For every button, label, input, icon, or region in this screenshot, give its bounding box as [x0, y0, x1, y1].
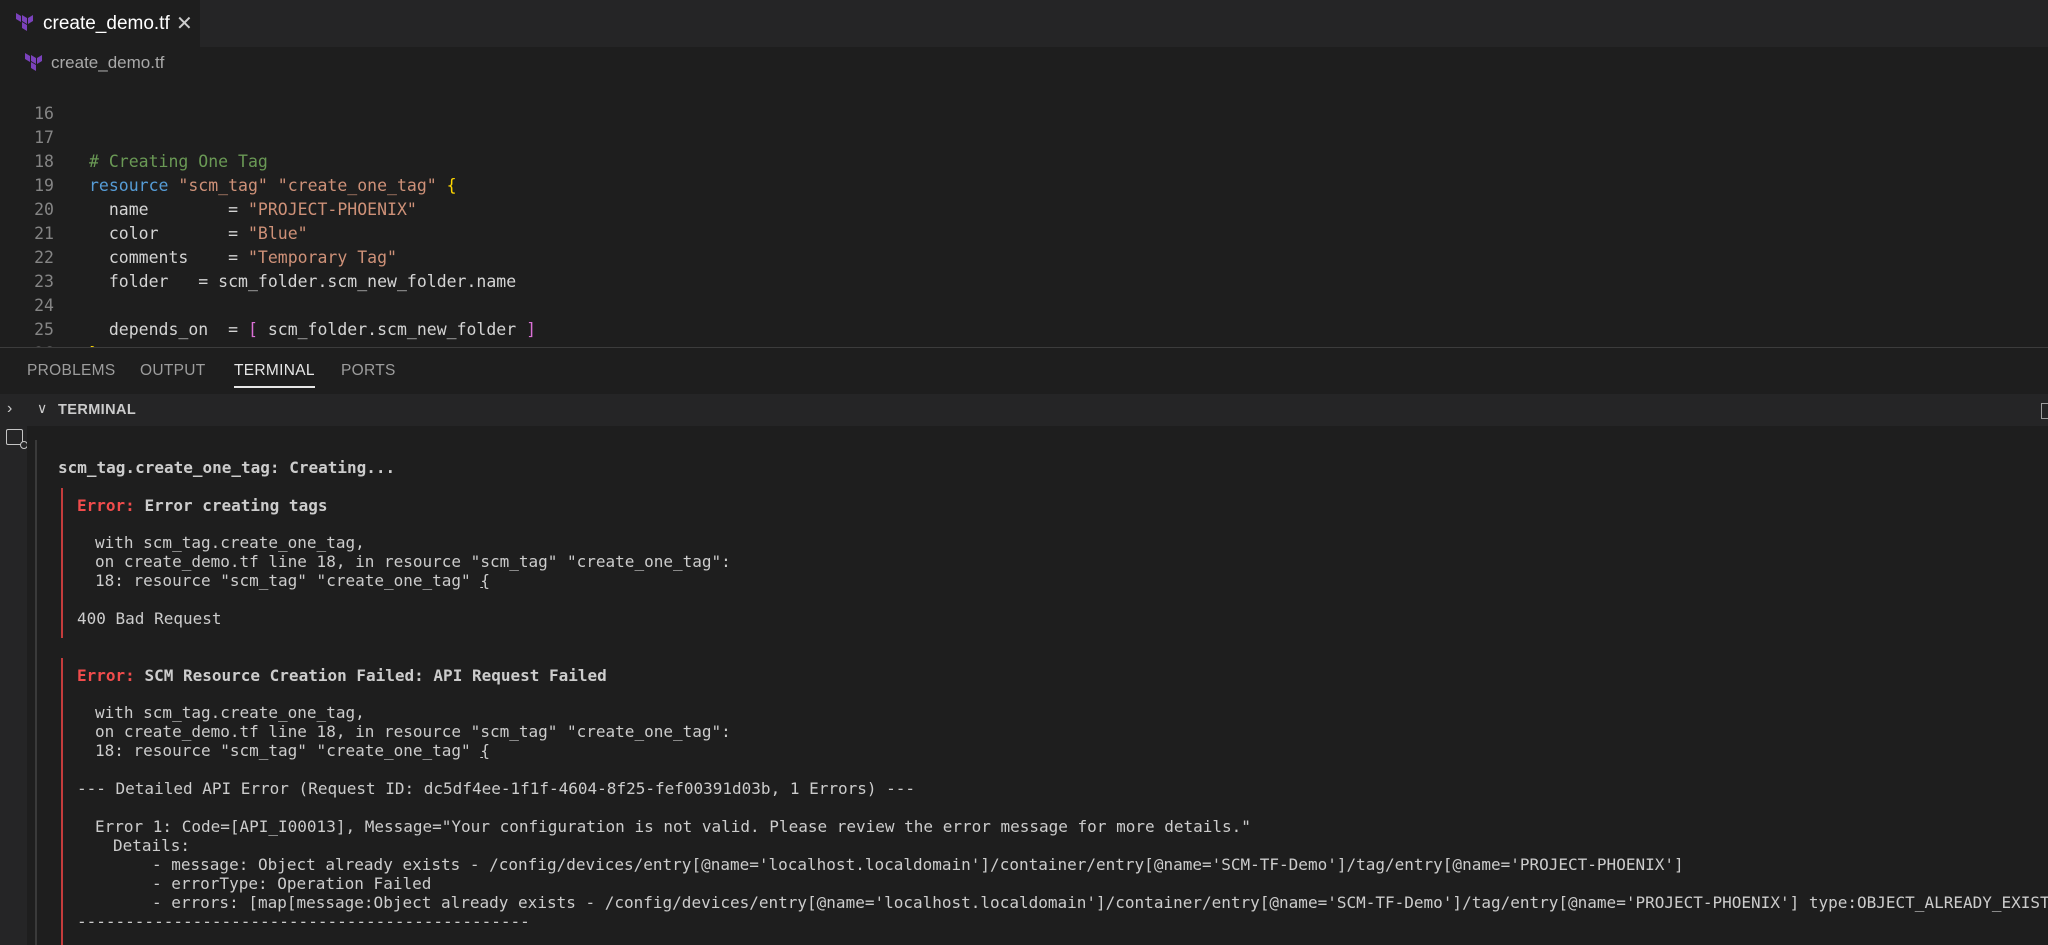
details-label: Details:	[113, 836, 191, 855]
detail-errors: - errors: [map[message:Object already ex…	[152, 893, 2048, 912]
creating-line: scm_tag.create_one_tag: Creating...	[58, 458, 396, 477]
panel-activity-strip	[0, 394, 27, 945]
error-bar	[61, 488, 63, 638]
tab-terminal[interactable]: TERMINAL	[234, 362, 315, 388]
error-label: Error:	[77, 496, 135, 515]
error-status: 400 Bad Request	[77, 609, 222, 628]
code-editor[interactable]: 16 17 # Creating One Tag 18 resource "sc…	[0, 78, 2048, 363]
code-line: 19 name = "PROJECT-PHOENIX"	[0, 150, 2048, 219]
breadcrumb: create_demo.tf	[0, 47, 2048, 78]
error-source-brace: {	[480, 571, 490, 590]
error-on: on create_demo.tf line 18, in resource "…	[95, 722, 731, 741]
code-line: 26	[0, 318, 2048, 363]
close-icon[interactable]: ✕	[176, 11, 193, 36]
error-with: with scm_tag.create_one_tag,	[95, 533, 365, 552]
tab-ports[interactable]: PORTS	[341, 362, 396, 380]
error-label: Error:	[77, 666, 135, 685]
code-line: 25 }	[0, 294, 2048, 363]
error-source: 18: resource "scm_tag" "create_one_tag" …	[95, 571, 490, 590]
terminal-output[interactable]: scm_tag.create_one_tag: Creating... Erro…	[27, 426, 2048, 945]
terraform-icon	[16, 13, 33, 31]
error-source: 18: resource "scm_tag" "create_one_tag" …	[95, 741, 490, 760]
command-decoration	[35, 440, 37, 945]
error-with: with scm_tag.create_one_tag,	[95, 703, 365, 722]
error-bar	[61, 658, 63, 945]
terraform-icon	[25, 53, 42, 71]
code-line: 23	[0, 246, 2048, 291]
separator-line: ----------------------------------------…	[77, 912, 530, 931]
code-line: 17 # Creating One Tag	[0, 102, 2048, 171]
tab-filename: create_demo.tf	[43, 13, 170, 34]
detail-message: - message: Object already exists - /conf…	[152, 855, 1684, 874]
error-source-brace: {	[480, 741, 490, 760]
detail-header: --- Detailed API Error (Request ID: dc5d…	[77, 779, 916, 798]
tab-problems[interactable]: PROBLEMS	[27, 362, 116, 380]
code-line: 20 color = "Blue"	[0, 174, 2048, 243]
tab-output[interactable]: OUTPUT	[140, 362, 206, 380]
error-source-text: 18: resource "scm_tag" "create_one_tag"	[95, 741, 481, 760]
error-on: on create_demo.tf line 18, in resource "…	[95, 552, 731, 571]
code-line: 22 folder = scm_folder.scm_new_folder.na…	[0, 222, 2048, 291]
terminal-section-header[interactable]: ∨ TERMINAL	[27, 394, 2048, 426]
chevron-right-icon[interactable]: ›	[7, 400, 12, 418]
editor-tab-bar: create_demo.tf ✕	[0, 0, 2048, 47]
error-heading: Error: Error creating tags	[77, 496, 327, 515]
panel-edge-icon[interactable]	[2041, 403, 2048, 419]
chevron-down-icon[interactable]: ∨	[37, 400, 47, 417]
terminal-settings-icon[interactable]	[6, 429, 28, 449]
detail-error-type: - errorType: Operation Failed	[152, 874, 432, 893]
error-title: Error creating tags	[144, 496, 328, 515]
code-line: 24 depends_on = [ scm_folder.scm_new_fol…	[0, 270, 2048, 339]
api-error-line: Error 1: Code=[API_I00013], Message="You…	[95, 817, 1251, 836]
panel-tab-bar: PROBLEMS OUTPUT TERMINAL PORTS	[0, 348, 2048, 394]
code-line: 18 resource "scm_tag" "create_one_tag" {	[0, 126, 2048, 195]
section-title: TERMINAL	[58, 402, 137, 418]
error-source-text: 18: resource "scm_tag" "create_one_tag"	[95, 571, 481, 590]
breadcrumb-file[interactable]: create_demo.tf	[51, 53, 164, 73]
error-title: SCM Resource Creation Failed: API Reques…	[144, 666, 607, 685]
code-line: 16	[0, 78, 2048, 123]
editor-tab[interactable]: create_demo.tf ✕	[0, 0, 200, 47]
code-line: 21 comments = "Temporary Tag"	[0, 198, 2048, 267]
error-heading: Error: SCM Resource Creation Failed: API…	[77, 666, 607, 685]
